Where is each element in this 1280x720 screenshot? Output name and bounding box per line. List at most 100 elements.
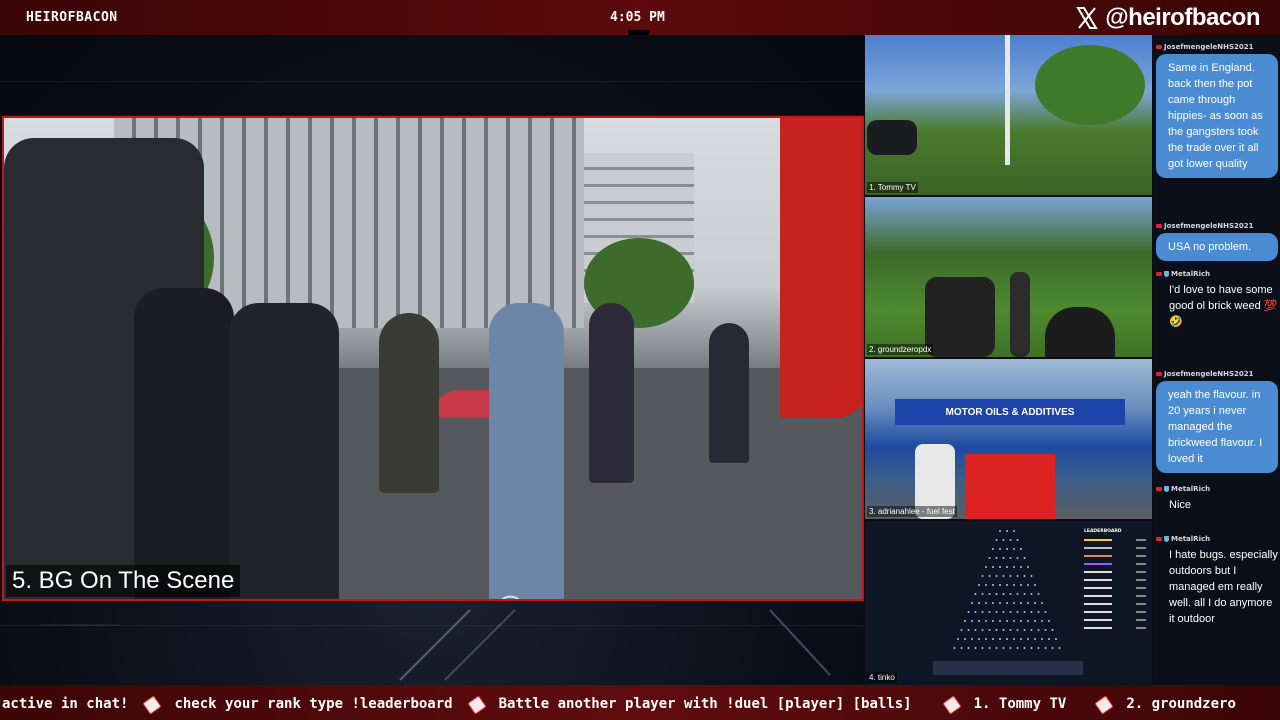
leaderboard-score-bar <box>1136 611 1146 613</box>
video-person <box>1045 307 1115 357</box>
video-person <box>229 303 339 599</box>
plinko-peg <box>988 647 991 649</box>
chat-message: MetalRich Nice <box>1156 484 1278 513</box>
plinko-peg <box>985 602 987 604</box>
leaderboard-row <box>1084 560 1146 568</box>
plinko-peg <box>1002 647 1005 649</box>
ticket-icon <box>467 698 485 710</box>
plinko-peg <box>1006 530 1008 532</box>
plinko-peg <box>999 620 1001 622</box>
plinko-peg <box>1030 629 1033 631</box>
side-video-3-label: 3. adrianahlee - fuel fest <box>867 506 957 517</box>
plinko-peg <box>1041 602 1043 604</box>
plinko-peg <box>1051 647 1054 649</box>
plinko-peg <box>1013 602 1015 604</box>
plinko-peg <box>992 638 994 640</box>
ticker-item: 1. Tommy TV <box>973 696 1067 712</box>
plinko-peg <box>1037 629 1040 631</box>
youtube-icon <box>1156 372 1162 376</box>
plinko-peg <box>988 557 991 559</box>
side-video-3[interactable]: MOTOR OILS & ADDITIVES 3. adrianahlee - … <box>865 359 1152 519</box>
leaderboard-rows <box>1084 536 1146 632</box>
plinko-peg <box>1016 575 1019 577</box>
plinko-peg <box>1041 620 1043 622</box>
plinko-peg <box>974 629 977 631</box>
plinko-peg <box>978 584 980 586</box>
plinko-peg <box>1016 593 1019 595</box>
leaderboard-score-bar <box>1136 595 1146 597</box>
plinko-peg <box>985 566 987 568</box>
leaderboard-name-bar <box>1084 579 1112 581</box>
plinko-peg <box>978 602 980 604</box>
side-video-2[interactable]: 2. groundzeropdx <box>865 197 1152 357</box>
chat-message-text: I'd love to have some good ol brick weed… <box>1169 284 1278 328</box>
plinko-peg <box>995 629 998 631</box>
plinko-peg <box>1030 647 1033 649</box>
ticker-item: check your rank type !leaderboard <box>174 696 453 712</box>
leaderboard-name-bar <box>1084 619 1112 621</box>
leaderboard-row <box>1084 568 1146 576</box>
plinko-peg <box>1034 584 1036 586</box>
main-video-feed[interactable]: @bgonthescene 5. BG On The Scene <box>2 116 864 601</box>
plinko-peg <box>960 647 963 649</box>
plinko-peg <box>1023 611 1026 613</box>
plinko-peg <box>1009 611 1012 613</box>
leaderboard-title: LEADERBOARD <box>1084 529 1122 534</box>
ticker-item: 2. groundzero <box>1126 696 1236 712</box>
plinko-peg <box>1020 548 1022 550</box>
plinko-peg <box>1023 593 1026 595</box>
plinko-peg <box>985 620 987 622</box>
plinko-peg <box>995 611 998 613</box>
plinko-peg <box>1027 620 1029 622</box>
plinko-peg <box>1037 611 1040 613</box>
chat-panel: JosefmengeleNHS2021 Same in England. bac… <box>1153 35 1280 685</box>
leaderboard-row <box>1084 624 1146 632</box>
leaderboard-name-bar <box>1084 555 1112 557</box>
plinko-peg <box>967 611 970 613</box>
side-video-2-label: 2. groundzeropdx <box>867 344 934 355</box>
plinko-peg <box>974 647 977 649</box>
plinko-peg <box>1013 566 1015 568</box>
plinko-peg <box>1002 575 1005 577</box>
youtube-icon <box>1156 537 1162 541</box>
chat-message: MetalRich I'd love to have some good ol … <box>1156 269 1278 330</box>
ticket-icon <box>1094 698 1112 710</box>
plinko-peg <box>1034 620 1036 622</box>
moderator-badge-icon <box>1164 486 1169 492</box>
ticket-icon <box>142 698 160 710</box>
leaderboard-row <box>1084 608 1146 616</box>
chat-message-text: USA no problem. <box>1156 233 1278 261</box>
plinko-peg <box>1027 638 1029 640</box>
plinko-peg <box>1058 647 1061 649</box>
leaderboard-score-bar <box>1136 627 1146 629</box>
plinko-peg <box>1006 548 1008 550</box>
plinko-peg <box>1006 602 1008 604</box>
leaderboard-row <box>1084 584 1146 592</box>
plinko-peg <box>1016 629 1019 631</box>
chat-username: MetalRich <box>1156 269 1278 279</box>
plinko-peg <box>992 548 994 550</box>
plinko-peg <box>981 611 984 613</box>
x-logo-icon <box>1075 6 1099 30</box>
side-video-1[interactable]: 1. Tommy TV <box>865 35 1152 195</box>
video-person <box>379 313 439 493</box>
plinko-board <box>933 530 1083 675</box>
leaderboard-score-bar <box>1136 539 1146 541</box>
plinko-peg <box>1034 638 1036 640</box>
social-handle-group: @heirofbacon <box>1075 4 1260 32</box>
plinko-peg <box>1044 629 1047 631</box>
plinko-peg <box>1048 620 1050 622</box>
leaderboard-score-bar <box>1136 603 1146 605</box>
plinko-peg <box>999 548 1001 550</box>
leaderboard-name-bar <box>1084 587 1112 589</box>
plinko-peg <box>1023 629 1026 631</box>
plinko-peg <box>978 638 980 640</box>
leaderboard-name-bar <box>1084 547 1112 549</box>
plinko-peg <box>995 593 998 595</box>
channel-name: HEIROFBACON <box>26 10 118 25</box>
video-pole <box>1005 35 1010 165</box>
plinko-peg <box>1006 566 1008 568</box>
video-tree <box>1035 45 1145 125</box>
video-flag <box>780 118 862 418</box>
side-video-4[interactable]: LEADERBOARD 4. tinko <box>865 521 1152 685</box>
